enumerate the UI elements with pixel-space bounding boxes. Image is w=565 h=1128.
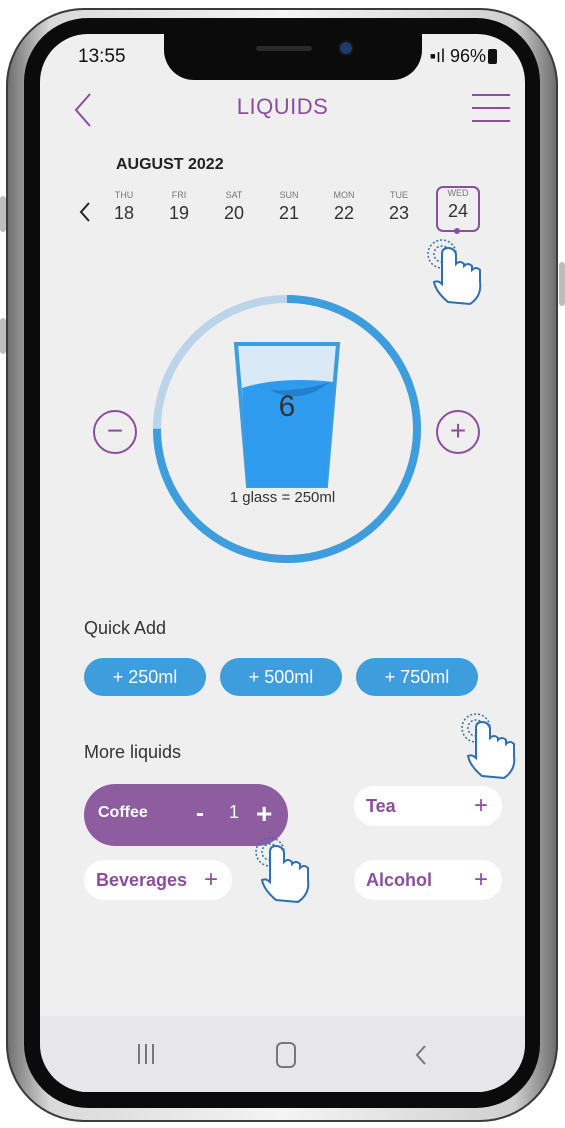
status-indicators: ▪ıl 96% [430, 46, 497, 67]
calendar-day-selected[interactable]: WED 24 [436, 186, 480, 234]
alcohol-add-button[interactable]: + [474, 860, 488, 900]
tap-hand-icon [427, 239, 482, 306]
calendar-day[interactable]: FRI 19 [159, 190, 199, 224]
system-back-icon[interactable] [414, 1044, 428, 1066]
system-navigation-bar [40, 1016, 525, 1092]
beverages-label: Beverages [96, 870, 188, 890]
battery-level: 96% [449, 46, 486, 66]
signal-icon: ▪ıl [429, 46, 445, 66]
calendar-day[interactable]: THU 18 [104, 190, 144, 224]
progress-ring: 6 [153, 295, 421, 563]
tap-hand-icon [255, 837, 310, 904]
calendar-month: AUGUST 2022 [116, 156, 224, 173]
speaker-grille [256, 46, 312, 51]
coffee-decrease-button[interactable]: - [196, 800, 204, 828]
more-liquids-label: More liquids [84, 742, 182, 762]
alcohol-chip[interactable]: Alcohol + [354, 860, 502, 900]
quick-add-500ml-button[interactable]: + 500ml [220, 658, 342, 696]
coffee-increase-button[interactable]: + [256, 798, 272, 830]
camera-notch [164, 34, 422, 80]
previous-week-icon[interactable] [78, 200, 92, 224]
decrease-glass-button[interactable]: − [93, 410, 137, 454]
quick-add-250ml-button[interactable]: + 250ml [84, 658, 206, 696]
tea-chip[interactable]: Tea + [354, 786, 502, 826]
coffee-label: Coffee [98, 804, 148, 821]
app-screen: 13:55 ▪ıl 96% LIQUIDS AUGUST 2022 THU 18 … [40, 34, 525, 1092]
calendar-day[interactable]: SUN 21 [269, 190, 309, 224]
volume-button [0, 318, 6, 354]
hamburger-menu-icon[interactable] [472, 94, 510, 124]
power-button [559, 262, 565, 306]
alcohol-label: Alcohol [366, 870, 432, 890]
tea-label: Tea [366, 796, 396, 816]
coffee-quantity: 1 [229, 802, 240, 822]
recent-apps-icon[interactable] [138, 1044, 160, 1066]
page-title: LIQUIDS [236, 94, 329, 119]
glass-size-label: 1 glass = 250ml [229, 489, 336, 506]
increase-glass-button[interactable]: + [436, 410, 480, 454]
status-time: 13:55 [78, 46, 126, 67]
beverages-chip[interactable]: Beverages + [84, 860, 232, 900]
beverages-add-button[interactable]: + [204, 860, 218, 900]
battery-icon [488, 49, 497, 64]
home-icon[interactable] [276, 1042, 296, 1068]
calendar-day[interactable]: SAT 20 [214, 190, 254, 224]
tea-add-button[interactable]: + [474, 786, 488, 826]
calendar-day[interactable]: MON 22 [324, 190, 364, 224]
front-camera [340, 42, 352, 54]
calendar-day[interactable]: TUE 23 [379, 190, 419, 224]
glass-count: 6 [279, 390, 296, 423]
quick-add-750ml-button[interactable]: + 750ml [356, 658, 478, 696]
tap-hand-icon [461, 713, 516, 780]
volume-button [0, 196, 6, 232]
quick-add-label: Quick Add [84, 618, 167, 638]
